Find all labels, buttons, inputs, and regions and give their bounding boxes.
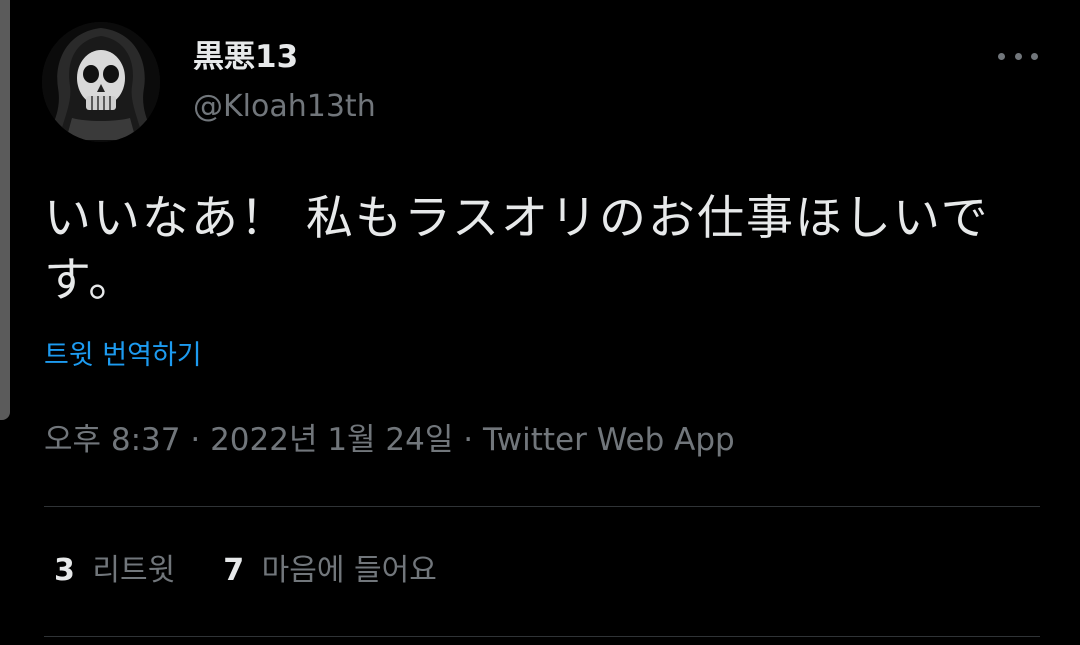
engagement-stats: 3 리트윗 7 마음에 들어요 — [54, 551, 437, 591]
more-dot — [1014, 52, 1022, 60]
retweets-count: 3 — [54, 553, 75, 588]
retweets-label: 리트윗 — [92, 553, 176, 588]
user-handle[interactable]: @Kloah13th — [193, 88, 376, 126]
display-name[interactable]: 黒悪13 — [193, 38, 298, 76]
likes-label: 마음에 들어요 — [261, 553, 437, 588]
divider — [44, 506, 1040, 507]
tweet-text: いいなあ！ 私もラスオリのお仕事ほしいです。 — [44, 191, 990, 308]
skull-avatar-icon — [42, 22, 160, 142]
tweet-timestamp-source[interactable]: 오후 8:37 · 2022년 1월 24일 · Twitter Web App — [44, 420, 735, 460]
avatar[interactable] — [42, 22, 160, 142]
more-icon[interactable] — [998, 44, 1038, 68]
divider — [44, 636, 1040, 637]
likes-stat[interactable]: 7 마음에 들어요 — [223, 551, 437, 591]
tweet-card: 黒悪13 @Kloah13th いいなあ！ 私もラスオリのお仕事ほしいです。 트… — [0, 0, 1080, 645]
retweets-stat[interactable]: 3 리트윗 — [54, 551, 175, 591]
more-dot — [998, 52, 1005, 60]
more-dot — [1031, 52, 1038, 60]
translate-tweet-link[interactable]: 트윗 번역하기 — [44, 339, 202, 373]
likes-count: 7 — [223, 553, 245, 588]
